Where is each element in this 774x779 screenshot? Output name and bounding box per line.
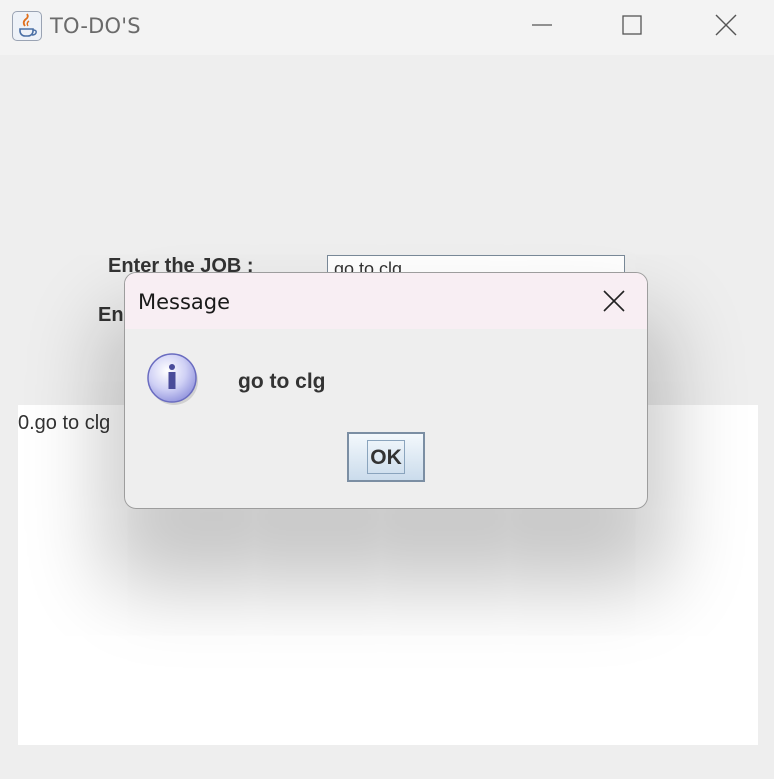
dialog-title-bar[interactable]: Message [125, 273, 647, 329]
title-bar[interactable]: TO-DO'S [0, 0, 774, 55]
window-title: TO-DO'S [50, 14, 141, 38]
java-icon [12, 11, 42, 41]
maximize-icon[interactable] [609, 0, 655, 52]
dialog-title: Message [138, 290, 231, 314]
ok-button-label: OK [367, 440, 405, 474]
dialog-message: go to clg [238, 370, 326, 393]
ok-button[interactable]: OK [347, 432, 425, 482]
minimize-icon[interactable] [519, 0, 565, 52]
close-icon[interactable] [703, 0, 749, 52]
second-field-label: En [98, 304, 124, 326]
close-icon[interactable] [591, 284, 637, 318]
message-dialog: Message go to clg OK [124, 272, 648, 509]
info-icon [146, 351, 200, 405]
